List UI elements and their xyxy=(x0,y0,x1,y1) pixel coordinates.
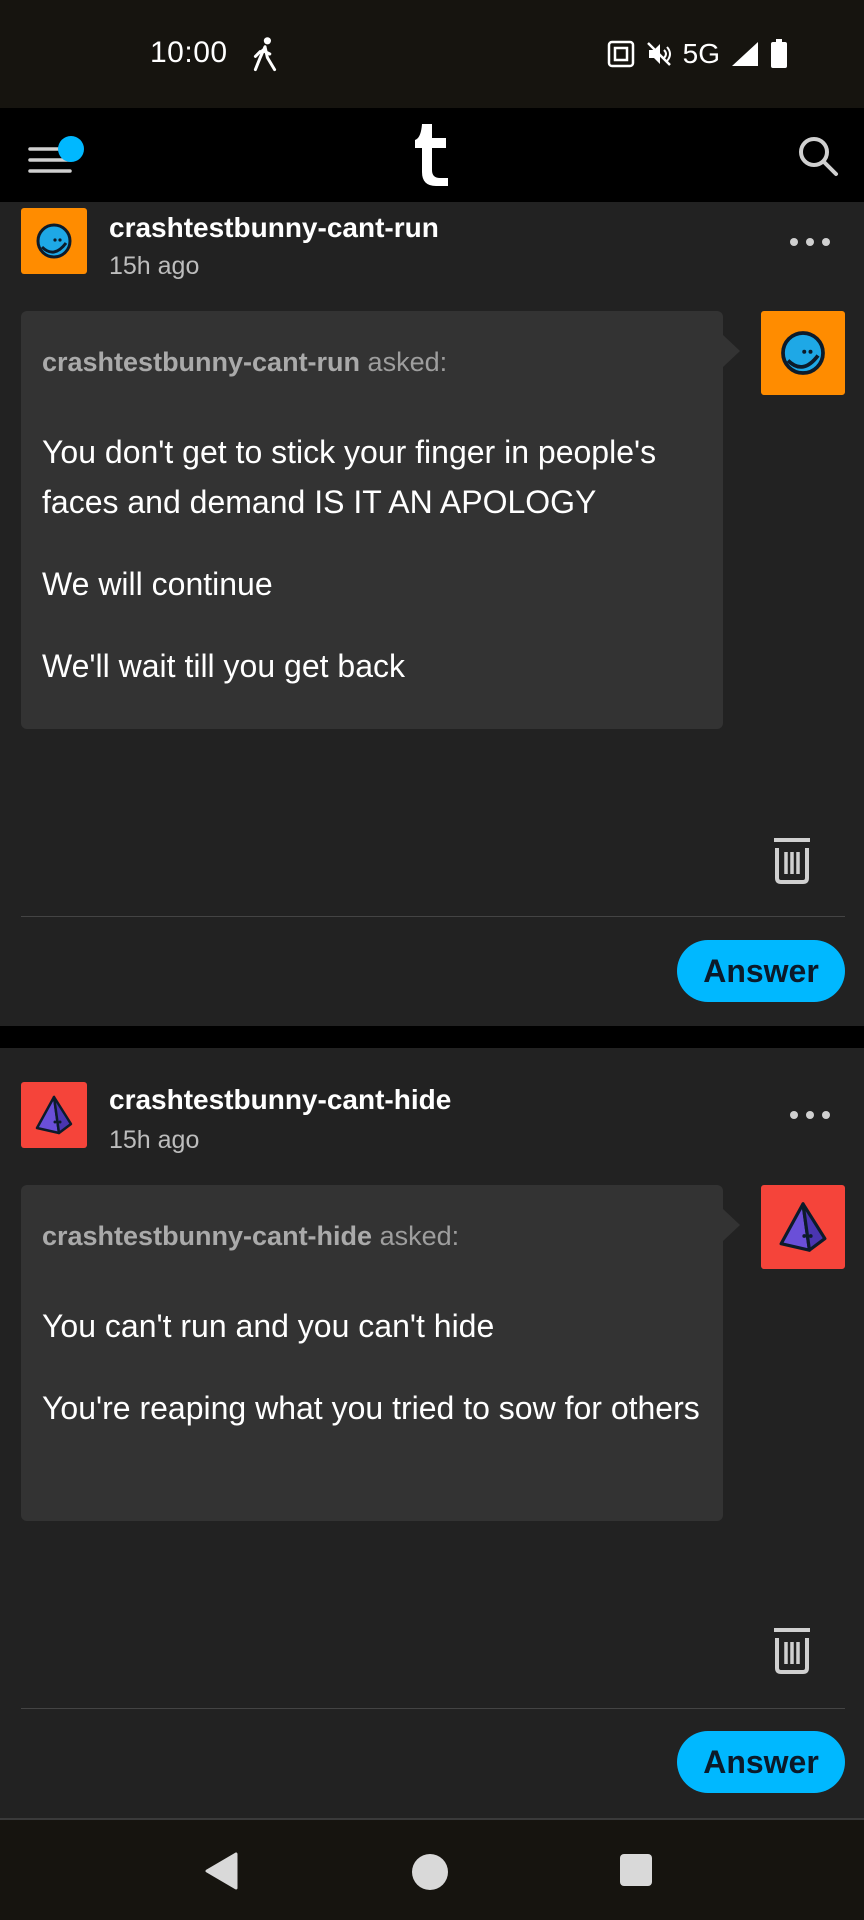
asked-label: asked: xyxy=(372,1221,460,1251)
network-label: 5G xyxy=(682,38,720,69)
signal-icon xyxy=(732,42,758,66)
app-bar xyxy=(0,108,864,202)
ask-bubble: crashtestbunny-cant-run asked: You don't… xyxy=(21,311,740,729)
status-bar: 10:00 5G xyxy=(0,0,864,108)
blue-face-icon xyxy=(36,223,72,259)
post-timestamp: 15h ago xyxy=(109,1126,200,1154)
blue-face-icon xyxy=(781,331,825,375)
blog-avatar[interactable] xyxy=(21,1082,87,1148)
recents-icon[interactable] xyxy=(620,1854,652,1886)
post-timestamp: 15h ago xyxy=(109,252,200,280)
asker-avatar[interactable] xyxy=(761,311,845,395)
ask-post: crashtestbunny-cant-run 15h ago crashtes… xyxy=(0,202,864,1026)
question-text: You don't get to stick your finger in pe… xyxy=(42,434,657,520)
nfc-icon xyxy=(607,40,634,68)
back-icon[interactable] xyxy=(204,1852,238,1890)
walk-icon xyxy=(253,37,277,72)
search-button[interactable] xyxy=(796,134,840,178)
asker-name[interactable]: crashtestbunny-cant-run xyxy=(42,347,360,377)
notification-dot xyxy=(58,136,84,162)
question-text: We will continue xyxy=(42,566,273,602)
question-text: You're reaping what you tried to sow for… xyxy=(42,1390,700,1426)
delete-icon[interactable] xyxy=(770,1626,814,1676)
question-text: We'll wait till you get back xyxy=(42,648,405,684)
status-icons: 5G xyxy=(607,38,788,70)
answer-button[interactable]: Answer xyxy=(677,940,845,1002)
blog-name[interactable]: crashtestbunny-cant-hide xyxy=(109,1084,451,1116)
menu-button[interactable] xyxy=(28,134,88,184)
delete-icon[interactable] xyxy=(770,836,814,886)
asker-avatar[interactable] xyxy=(761,1185,845,1269)
home-icon[interactable] xyxy=(412,1854,448,1890)
tumblr-logo-icon xyxy=(415,124,448,186)
asked-label: asked: xyxy=(360,347,448,377)
divider xyxy=(21,1708,845,1709)
ask-bubble: crashtestbunny-cant-hide asked: You can'… xyxy=(21,1185,740,1521)
asker-line: crashtestbunny-cant-run asked: xyxy=(42,347,447,378)
more-options-icon[interactable] xyxy=(788,232,832,252)
tumblr-logo[interactable] xyxy=(412,120,454,190)
system-nav-bar xyxy=(0,1818,864,1920)
answer-button[interactable]: Answer xyxy=(677,1731,845,1793)
asker-line: crashtestbunny-cant-hide asked: xyxy=(42,1221,459,1252)
pyramid-icon xyxy=(35,1095,73,1135)
battery-icon xyxy=(771,39,787,68)
post-separator xyxy=(0,1026,864,1048)
ask-post: crashtestbunny-cant-hide 15h ago crashte… xyxy=(0,1048,864,1818)
divider xyxy=(21,916,845,917)
asker-name[interactable]: crashtestbunny-cant-hide xyxy=(42,1221,372,1251)
pyramid-icon xyxy=(779,1202,827,1252)
search-icon xyxy=(799,137,838,176)
status-time: 10:00 xyxy=(150,36,228,69)
blog-name[interactable]: crashtestbunny-cant-run xyxy=(109,212,439,244)
more-options-icon[interactable] xyxy=(788,1105,832,1125)
mute-icon xyxy=(646,42,671,66)
question-text: You can't run and you can't hide xyxy=(42,1308,495,1344)
blog-avatar[interactable] xyxy=(21,208,87,274)
